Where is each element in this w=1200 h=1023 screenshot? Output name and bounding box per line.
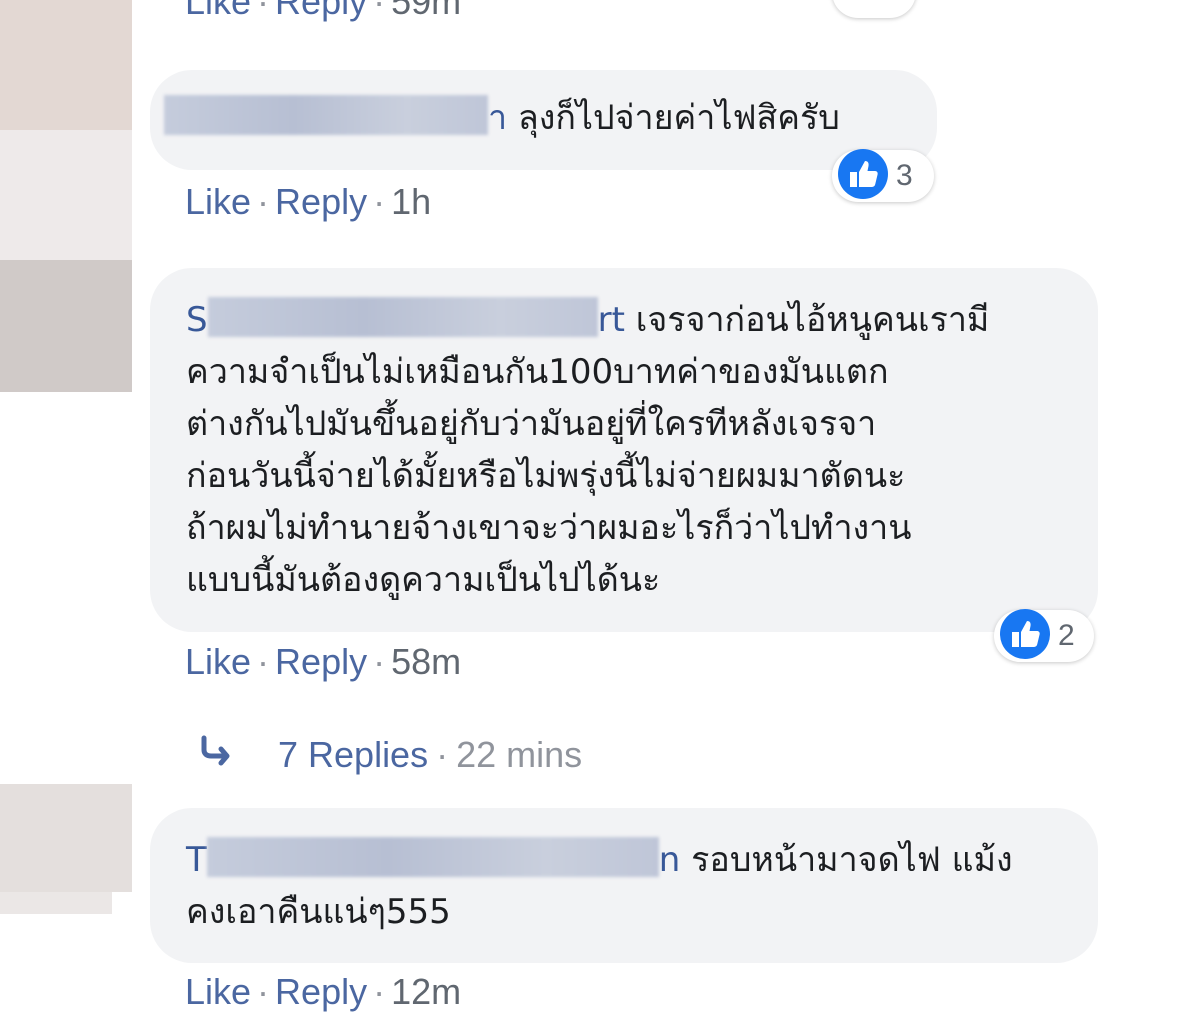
- comment-text-line: เจรจาก่อนไอ้หนูคนเรามี: [635, 300, 990, 340]
- comment-actions: Like · Reply · 58m: [185, 641, 462, 682]
- replies-count-link[interactable]: 7 Replies: [278, 734, 428, 776]
- avatar-blurred-3: [0, 260, 132, 392]
- comment-text-line: ต่างกันไปมันขึ้นอยู่กับว่ามันอยู่ที่ใครท…: [186, 404, 877, 444]
- author-name-redacted[interactable]: [206, 837, 659, 877]
- comment-time: 59m: [391, 0, 462, 22]
- comment-text: ลุงก็ไปจ่ายค่าไฟสิครับ: [517, 98, 840, 138]
- reaction-count: 3: [896, 159, 913, 192]
- comment-actions-partial: Like · Reply · 59m: [185, 0, 461, 24]
- thumbs-up-icon: [998, 607, 1052, 665]
- reaction-badge-partial: [832, 0, 916, 18]
- author-name-fragment-end[interactable]: n: [659, 840, 681, 880]
- comment-actions: Like · Reply · 1h: [185, 181, 432, 222]
- reply-link[interactable]: Reply: [275, 0, 367, 22]
- author-name-fragment-start[interactable]: T: [186, 840, 207, 880]
- author-name-fragment[interactable]: า: [488, 98, 507, 138]
- reply-arrow-icon: [198, 734, 278, 777]
- like-link[interactable]: Like: [185, 641, 251, 682]
- author-name-fragment-start[interactable]: S: [186, 300, 208, 340]
- comment-actions: Like · Reply · 12m: [185, 971, 462, 1012]
- comment-bubble: า ลุงก็ไปจ่ายค่าไฟสิครับ: [150, 70, 937, 170]
- comment-text-line: ความจำเป็นไม่เหมือนกัน100บาทค่าของมันแตก: [186, 352, 889, 392]
- comment-text-line: คงเอาคืนแน่ๆ555: [186, 892, 451, 932]
- avatar-blurred-2: [0, 130, 132, 260]
- comment-time: 58m: [391, 641, 462, 682]
- reply-link[interactable]: Reply: [275, 971, 367, 1012]
- comment-text-line: ถ้าผมไม่ทำนายจ้างเขาจะว่าผมอะไรก็ว่าไปทำ…: [186, 508, 912, 548]
- like-link[interactable]: Like: [185, 181, 251, 222]
- replies-time: 22 mins: [456, 734, 583, 775]
- reaction-badge[interactable]: 2: [994, 607, 1094, 665]
- like-link[interactable]: Like: [185, 0, 251, 22]
- avatar-blurred-4-lower: [0, 892, 112, 914]
- author-name-redacted[interactable]: [164, 95, 488, 135]
- like-link[interactable]: Like: [185, 971, 251, 1012]
- comment-time: 12m: [391, 971, 462, 1012]
- author-name-fragment-end[interactable]: rt: [598, 300, 625, 340]
- comment-text-line: แบบนี้มันต้องดูความเป็นไปได้นะ: [186, 560, 661, 600]
- comment-text-line: รอบหน้ามาจดไฟ แม้ง: [691, 840, 1013, 880]
- reaction-badge[interactable]: 3: [832, 147, 934, 205]
- comment-text-line: ก่อนวันนี้จ่ายได้มั้ยหรือไม่พรุ่งนี้ไม่จ…: [186, 456, 906, 496]
- view-replies-row[interactable]: 7 Replies · 22 mins: [198, 730, 582, 780]
- reply-link[interactable]: Reply: [275, 641, 367, 682]
- comment-time: 1h: [391, 181, 432, 222]
- comment-bubble: Srt เจรจาก่อนไอ้หนูคนเรามี ความจำเป็นไม่…: [150, 268, 1098, 632]
- thumbs-up-icon: [836, 147, 890, 205]
- reply-link[interactable]: Reply: [275, 181, 367, 222]
- avatar-blurred-1: [0, 0, 132, 130]
- reaction-count: 2: [1058, 619, 1075, 652]
- avatar-blurred-4: [0, 784, 132, 892]
- comment-bubble: Tn รอบหน้ามาจดไฟ แม้ง คงเอาคืนแน่ๆ555: [150, 808, 1098, 963]
- author-name-redacted[interactable]: [207, 297, 598, 337]
